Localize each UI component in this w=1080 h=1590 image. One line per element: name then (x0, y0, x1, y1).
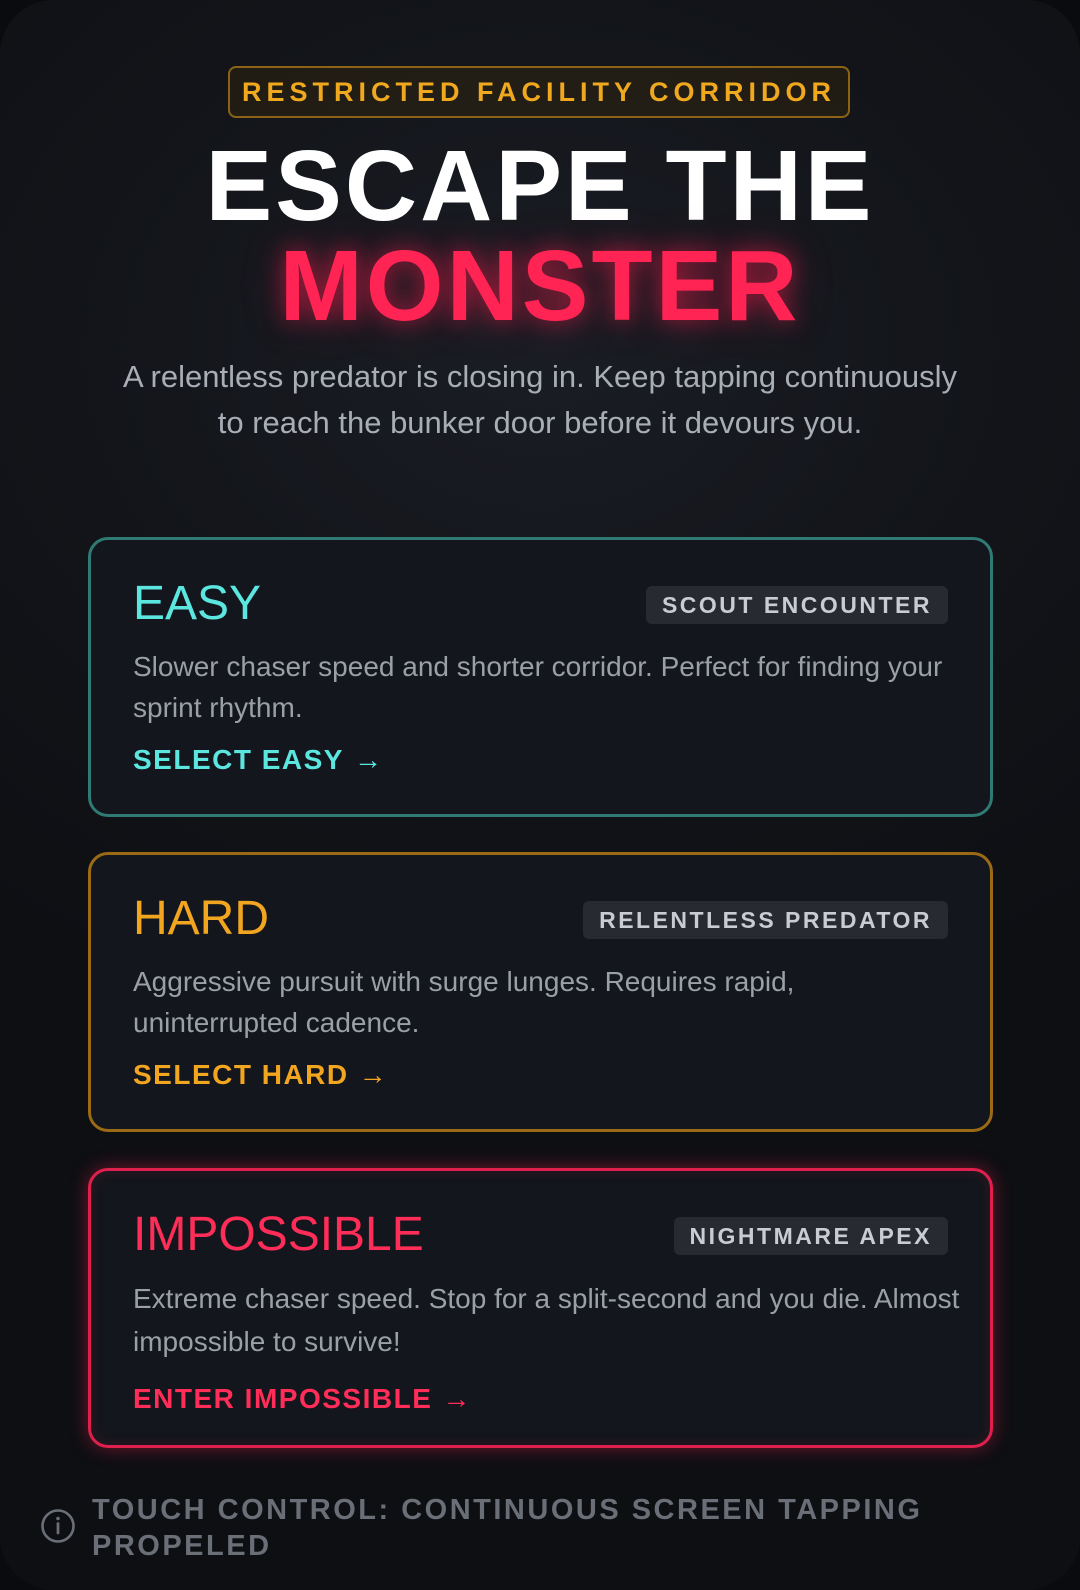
title-line-1: ESCAPE THE (205, 130, 875, 242)
difficulty-card-impossible[interactable]: IMPOSSIBLE NIGHTMARE APEX Extreme chaser… (88, 1168, 993, 1448)
arrow-right-icon: → (353, 744, 384, 775)
difficulty-badge: RELENTLESS PREDATOR (583, 901, 948, 939)
select-easy-button[interactable]: SELECT EASY → (133, 744, 383, 776)
action-label: SELECT EASY (133, 744, 344, 775)
arrow-right-icon: → (442, 1383, 472, 1414)
difficulty-title: IMPOSSIBLE (133, 1208, 424, 1261)
touch-control-text: TOUCH CONTROL: CONTINUOUS SCREEN TAPPING… (92, 1494, 923, 1562)
difficulty-description: Extreme chaser speed. Stop for a split-s… (133, 1283, 960, 1357)
touch-control-hint: TOUCH CONTROL: CONTINUOUS SCREEN TAPPING… (40, 1492, 1040, 1564)
difficulty-card-hard[interactable]: HARD RELENTLESS PREDATOR Aggressive purs… (88, 852, 993, 1132)
action-label: SELECT HARD (133, 1059, 349, 1090)
info-icon (41, 1509, 75, 1543)
difficulty-description: Aggressive pursuit with surge lunges. Re… (133, 966, 795, 1038)
location-badge: RESTRICTED FACILITY CORRIDOR (228, 66, 850, 118)
intro-text: A relentless predator is closing in. Kee… (122, 359, 958, 440)
game-screen: RESTRICTED FACILITY CORRIDOR ESCAPE THE … (0, 0, 1080, 1590)
difficulty-title: HARD (133, 892, 270, 945)
arrow-right-icon: → (358, 1059, 389, 1090)
enter-impossible-button[interactable]: ENTER IMPOSSIBLE → (133, 1383, 472, 1415)
difficulty-badge: NIGHTMARE APEX (673, 1217, 948, 1255)
difficulty-description: Slower chaser speed and shorter corridor… (133, 651, 943, 723)
select-hard-button[interactable]: SELECT HARD → (133, 1059, 388, 1091)
difficulty-card-easy[interactable]: EASY SCOUT ENCOUNTER Slower chaser speed… (88, 537, 993, 817)
difficulty-badge: SCOUT ENCOUNTER (645, 586, 948, 624)
action-label: ENTER IMPOSSIBLE (133, 1383, 433, 1414)
difficulty-title: EASY (133, 577, 262, 630)
title-line-2: MONSTER (279, 230, 801, 342)
